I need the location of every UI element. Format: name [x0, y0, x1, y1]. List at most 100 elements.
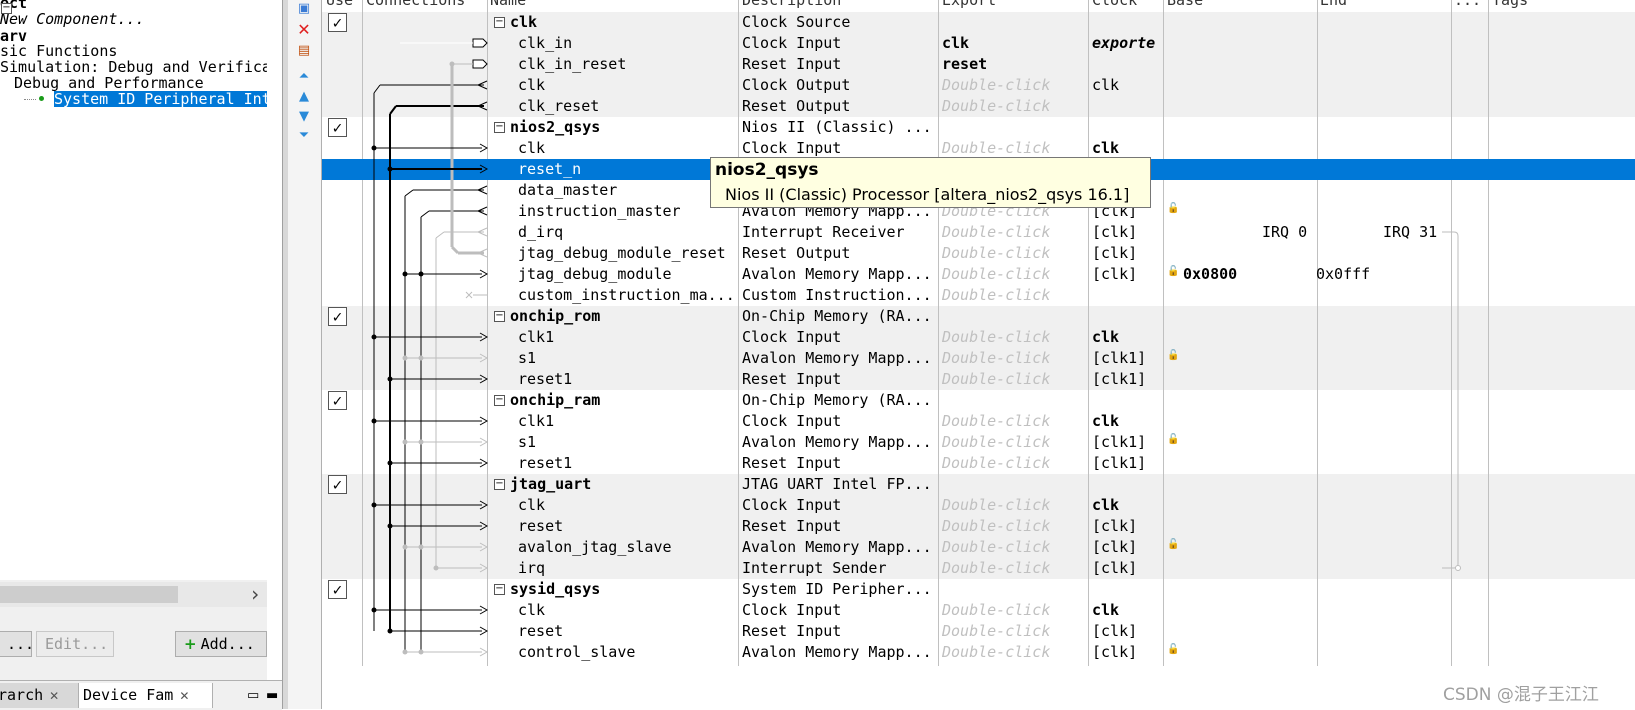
column-header[interactable]: End	[1320, 0, 1347, 10]
export-marker-icon[interactable]	[472, 38, 488, 48]
connection-dot[interactable]	[402, 271, 408, 277]
catalog-tree-item[interactable]: New Component...	[0, 11, 145, 27]
close-icon[interactable]: ✕	[179, 689, 189, 703]
connections-column[interactable]	[362, 0, 522, 666]
add-button[interactable]: + Add...	[175, 631, 267, 657]
connection-dot[interactable]	[418, 355, 424, 361]
tab-hierarchy-label: rarch	[0, 686, 44, 704]
description-cell: Clock Input	[742, 34, 842, 52]
catalog-tree-item[interactable]: Debug and Performance	[0, 75, 204, 91]
export-cell[interactable]: Double-click	[942, 96, 1050, 117]
use-checkbox[interactable]: ✓	[328, 580, 347, 599]
connection-dot[interactable]	[387, 166, 393, 172]
scroll-right-arrow-icon[interactable]: ›	[249, 582, 261, 607]
edit-button[interactable]: Edit...	[36, 631, 114, 657]
export-cell[interactable]: Double-click	[942, 327, 1050, 348]
scrollbar-thumb[interactable]	[0, 586, 178, 603]
connection-dot[interactable]	[371, 145, 377, 151]
component-name: onchip_ram	[510, 391, 601, 409]
export-cell[interactable]: Double-click	[942, 348, 1050, 369]
export-cell[interactable]: Double-click	[942, 75, 1050, 96]
export-cell[interactable]: Double-click	[942, 600, 1050, 621]
connection-dot[interactable]	[418, 544, 424, 550]
connection-dot[interactable]	[387, 628, 393, 634]
component-name: onchip_rom	[510, 307, 601, 325]
connection-dot[interactable]	[418, 271, 424, 277]
connection-dot[interactable]	[371, 607, 377, 613]
move-top-icon[interactable]: ⏶	[295, 68, 313, 86]
export-cell[interactable]: Double-click	[942, 432, 1050, 453]
connection-dot[interactable]	[371, 502, 377, 508]
export-cell[interactable]: Double-click	[942, 243, 1050, 264]
collapse-icon[interactable]: −	[1, 3, 12, 14]
export-cell[interactable]: Double-click	[942, 285, 1050, 306]
connection-dot[interactable]	[387, 460, 393, 466]
tab-device-family[interactable]: Device Fam ✕	[78, 683, 213, 708]
export-cell[interactable]: Double-click	[942, 516, 1050, 537]
system-contents-icon[interactable]: ▣	[295, 0, 313, 18]
use-checkbox[interactable]: ✓	[328, 118, 347, 137]
remove-icon[interactable]: ✕	[295, 21, 313, 39]
base-cell: IRQ 0	[1262, 223, 1308, 241]
connection-wire	[389, 105, 397, 115]
ip-catalog-tree[interactable]: ect New Component... arv sic Functions Simul…	[0, 0, 267, 580]
export-cell[interactable]: Double-click	[942, 138, 1050, 159]
connection-dot[interactable]	[402, 355, 408, 361]
edit-icon[interactable]: ▤	[295, 42, 313, 60]
clock-cell: [clk]	[1092, 244, 1138, 262]
move-down-icon[interactable]: ▼	[295, 108, 313, 126]
export-cell[interactable]: reset	[942, 54, 987, 75]
connection-dot[interactable]	[433, 565, 439, 571]
export-cell[interactable]: Double-click	[942, 621, 1050, 642]
move-bottom-icon[interactable]: ⏷	[295, 127, 313, 145]
connection-dot[interactable]	[402, 649, 408, 655]
description-cell: Avalon Memory Mapp...	[742, 433, 932, 451]
export-cell[interactable]: Double-click	[942, 537, 1050, 558]
horizontal-scrollbar[interactable]: ›	[0, 582, 267, 607]
column-header[interactable]: Base	[1167, 0, 1203, 10]
lock-icon[interactable]: 🔓	[1167, 266, 1179, 277]
export-cell[interactable]: clk	[942, 33, 969, 54]
export-cell[interactable]: Double-click	[942, 369, 1050, 390]
column-header[interactable]: Clock	[1092, 0, 1137, 10]
irq-dot[interactable]	[1455, 565, 1461, 571]
connection-dot[interactable]	[418, 649, 424, 655]
export-cell[interactable]: Double-click	[942, 264, 1050, 285]
catalog-tree-item[interactable]: sic Functions	[0, 43, 117, 59]
lock-icon[interactable]: 🔓	[1167, 539, 1179, 550]
export-cell[interactable]: Double-click	[942, 558, 1050, 579]
connection-dot[interactable]	[402, 544, 408, 550]
connection-dot[interactable]	[371, 418, 377, 424]
description-cell: Reset Input	[742, 622, 842, 640]
connection-dot[interactable]	[402, 439, 408, 445]
connection-dot[interactable]	[387, 523, 393, 529]
export-marker-icon[interactable]	[472, 59, 488, 69]
more-button[interactable]: ...	[0, 631, 34, 657]
connection-dot[interactable]	[387, 376, 393, 382]
column-header[interactable]: Export	[942, 0, 996, 10]
export-cell[interactable]: Double-click	[942, 411, 1050, 432]
lock-icon[interactable]: 🔓	[1167, 644, 1179, 655]
column-header[interactable]: Description	[742, 0, 841, 10]
export-cell[interactable]: Double-click	[942, 453, 1050, 474]
column-header[interactable]: Use	[326, 0, 353, 10]
description-cell: System ID Peripher...	[742, 580, 932, 598]
column-header[interactable]: Tags	[1492, 0, 1528, 10]
use-checkbox[interactable]: ✓	[328, 475, 347, 494]
export-cell[interactable]: Double-click	[942, 222, 1050, 243]
lock-icon[interactable]: 🔓	[1167, 203, 1179, 214]
use-checkbox[interactable]: ✓	[328, 307, 347, 326]
use-checkbox[interactable]: ✓	[328, 391, 347, 410]
connection-dot[interactable]	[418, 439, 424, 445]
catalog-tree-item[interactable]: System ID Peripheral Int	[54, 91, 267, 107]
catalog-tree-item[interactable]: Simulation: Debug and Verifica	[0, 59, 267, 75]
export-cell[interactable]: Double-click	[942, 495, 1050, 516]
lock-icon[interactable]: 🔓	[1167, 434, 1179, 445]
move-up-icon[interactable]: ▲	[295, 88, 313, 106]
export-cell[interactable]: Double-click	[942, 642, 1050, 663]
tab-hierarchy[interactable]: rarch ✕	[0, 683, 78, 708]
lock-icon[interactable]: 🔓	[1167, 350, 1179, 361]
close-icon[interactable]: ✕	[49, 689, 59, 703]
use-checkbox[interactable]: ✓	[328, 13, 347, 32]
connection-dot[interactable]	[371, 334, 377, 340]
